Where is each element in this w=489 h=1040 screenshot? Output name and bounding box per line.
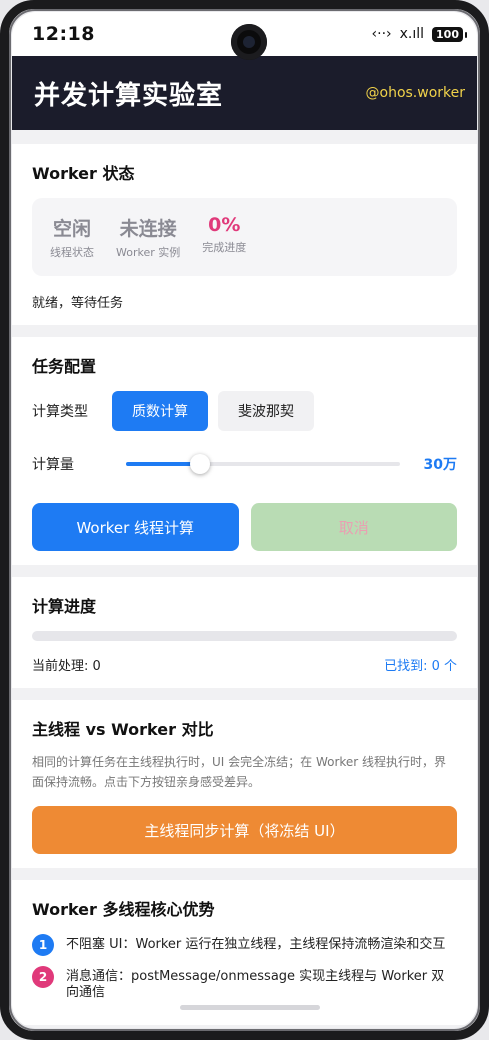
amount-label: 计算量 xyxy=(32,457,74,473)
slider-thumb[interactable] xyxy=(189,454,210,474)
front-camera xyxy=(231,24,267,60)
number-badge: 2 xyxy=(32,966,54,988)
task-config-title: 任务配置 xyxy=(32,357,97,376)
advantages-card: Worker 多线程核心优势 1 不阻塞 UI：Worker 运行在独立线程，主… xyxy=(12,880,477,1025)
page-subtitle: @ohos.worker xyxy=(365,85,466,101)
slider-fill xyxy=(126,462,200,466)
stat-value: 未连接 xyxy=(119,218,177,240)
current-processing: 当前处理: 0 xyxy=(32,659,101,674)
stat-progress: 0% 完成进度 xyxy=(202,214,246,260)
page-title: 并发计算实验室 xyxy=(34,80,224,111)
status-box: 空闲 线程状态 未连接 Worker 实例 0% 完成进度 xyxy=(32,198,457,276)
advantage-text: 不阻塞 UI：Worker 运行在独立线程，主线程保持流畅渲染和交互 xyxy=(66,937,446,952)
list-item: 1 不阻塞 UI：Worker 运行在独立线程，主线程保持流畅渲染和交互 xyxy=(32,934,457,956)
battery-icon: 100 xyxy=(432,26,467,42)
progress-card: 计算进度 当前处理: 0 已找到: 0 个 xyxy=(12,577,477,688)
amount-row: 计算量 30万 xyxy=(32,453,457,475)
progress-title: 计算进度 xyxy=(32,597,97,616)
type-row: 计算类型 质数计算 斐波那契 xyxy=(32,391,457,431)
stat-label: 线程状态 xyxy=(50,246,94,259)
compare-card: 主线程 vs Worker 对比 相同的计算任务在主线程执行时，UI 会完全冻结… xyxy=(12,700,477,868)
progress-bar xyxy=(32,631,457,641)
compare-description: 相同的计算任务在主线程执行时，UI 会完全冻结；在 Worker 线程执行时，界… xyxy=(32,755,447,789)
worker-status-title: Worker 状态 xyxy=(32,164,135,183)
main-content: Worker 状态 空闲 线程状态 未连接 Worker 实例 0% 完成进度 … xyxy=(12,130,477,1025)
signal-icon: x.ıll xyxy=(399,26,425,42)
status-time: 12:18 xyxy=(32,23,95,45)
status-message: 就绪，等待任务 xyxy=(32,296,124,311)
amount-value: 30万 xyxy=(423,457,457,473)
compare-title: 主线程 vs Worker 对比 xyxy=(32,720,214,739)
stat-label: Worker 实例 xyxy=(116,246,181,259)
stat-value: 空闲 xyxy=(52,218,91,240)
nfc-icon: ‹··› xyxy=(371,26,392,42)
type-label: 计算类型 xyxy=(32,404,88,420)
stat-worker-instance: 未连接 Worker 实例 xyxy=(116,214,180,260)
worker-status-card: Worker 状态 空闲 线程状态 未连接 Worker 实例 0% 完成进度 … xyxy=(12,144,477,325)
number-badge: 1 xyxy=(32,934,54,956)
status-bar: 12:18 ‹··› x.ıll 100 xyxy=(12,12,477,60)
app-screen: 12:18 ‹··› x.ıll 100 并发计算实验室 @ohos.worke… xyxy=(12,12,477,1028)
stat-label: 完成进度 xyxy=(202,241,247,254)
stat-value: 0% xyxy=(208,214,241,236)
worker-compute-button[interactable]: Worker 线程计算 xyxy=(32,503,239,551)
advantages-title: Worker 多线程核心优势 xyxy=(32,900,215,919)
advantage-text: 消息通信：postMessage/onmessage 实现主线程与 Worker… xyxy=(66,969,445,1000)
list-item: 2 消息通信：postMessage/onmessage 实现主线程与 Work… xyxy=(32,966,457,1001)
action-row: Worker 线程计算 取消 xyxy=(32,503,457,551)
main-thread-compute-button[interactable]: 主线程同步计算（将冻结 UI） xyxy=(32,806,457,854)
type-fibonacci-button[interactable]: 斐波那契 xyxy=(218,391,314,431)
progress-info: 当前处理: 0 已找到: 0 个 xyxy=(32,655,457,674)
cancel-button[interactable]: 取消 xyxy=(250,503,457,551)
amount-slider[interactable] xyxy=(126,453,400,475)
status-icons: ‹··› x.ıll 100 xyxy=(371,26,467,42)
home-indicator[interactable] xyxy=(180,1005,320,1010)
type-prime-button[interactable]: 质数计算 xyxy=(112,391,208,431)
found-count: 已找到: 0 个 xyxy=(384,659,457,674)
stat-thread-state: 空闲 线程状态 xyxy=(50,214,94,260)
task-config-card: 任务配置 计算类型 质数计算 斐波那契 计算量 30万 Worker 线程计算 … xyxy=(12,337,477,565)
app-header: 并发计算实验室 @ohos.worker xyxy=(12,56,477,130)
